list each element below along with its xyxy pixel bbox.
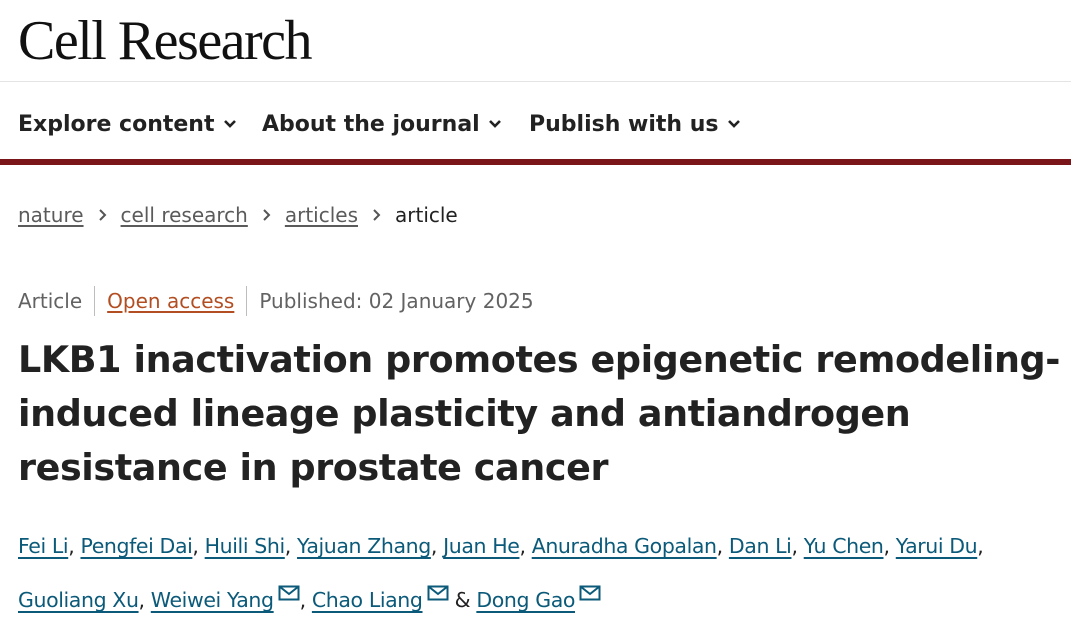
chevron-down-icon: [223, 120, 236, 128]
chevron-down-icon: [488, 120, 501, 128]
author-separator: ,: [716, 534, 724, 558]
author-separator: ,: [430, 534, 438, 558]
breadcrumb: nature cell research articles article: [18, 203, 458, 227]
chevron-right-icon: [373, 209, 381, 221]
published-date: Published: 02 January 2025: [259, 289, 534, 313]
meta-divider: [94, 286, 96, 316]
author-separator: ,: [68, 534, 75, 558]
mail-icon[interactable]: [579, 570, 601, 601]
nav-explore-content[interactable]: Explore content: [18, 109, 237, 139]
author-separator: ,: [977, 534, 984, 558]
author-separator: ,: [284, 534, 292, 558]
author-link[interactable]: Juan He: [443, 534, 520, 558]
author-list: Fei Li, Pengfei Dai, Huili Shi, Yajuan Z…: [18, 522, 1068, 624]
author-link[interactable]: Chao Liang: [312, 588, 423, 612]
author-separator: ,: [791, 534, 798, 558]
author-separator: ,: [192, 534, 199, 558]
mail-icon[interactable]: [278, 570, 300, 601]
author-link[interactable]: Fei Li: [18, 534, 69, 558]
chevron-right-icon: [263, 209, 271, 221]
meta-divider: [246, 286, 248, 316]
open-access-link[interactable]: Open access: [107, 289, 234, 313]
author-link[interactable]: Guoliang Xu: [18, 588, 139, 612]
author-separator: ,: [299, 588, 307, 612]
author-link[interactable]: Pengfei Dai: [80, 534, 192, 558]
article-type: Article: [18, 289, 83, 313]
chevron-right-icon: [98, 209, 106, 221]
site-header: Cell Research: [0, 0, 1071, 82]
author-link[interactable]: Yajuan Zhang: [297, 534, 431, 558]
author-separator: ,: [138, 588, 146, 612]
author-separator: ,: [519, 534, 526, 558]
breadcrumb-articles[interactable]: articles: [285, 203, 358, 227]
nav-publish-with-us[interactable]: Publish with us: [529, 109, 741, 139]
author-link[interactable]: Dan Li: [729, 534, 792, 558]
article-title: LKB1 inactivation promotes epigenetic re…: [18, 338, 1061, 489]
breadcrumb-current: article: [395, 203, 458, 227]
author-link[interactable]: Yu Chen: [804, 534, 884, 558]
chevron-down-icon: [727, 120, 740, 128]
author-link[interactable]: Anuradha Gopalan: [532, 534, 717, 558]
author-link[interactable]: Yarui Du: [896, 534, 978, 558]
article-meta: Article Open access Published: 02 Januar…: [18, 286, 534, 316]
journal-logo[interactable]: Cell Research: [18, 10, 313, 72]
breadcrumb-cell-research[interactable]: cell research: [121, 203, 248, 227]
author-link[interactable]: Dong Gao: [476, 588, 575, 612]
author-separator: ,: [883, 534, 891, 558]
author-link[interactable]: Huili Shi: [205, 534, 286, 558]
nav-item-label: Explore content: [18, 111, 215, 137]
main-nav: Explore content About the journal Publis…: [0, 82, 1071, 165]
breadcrumb-nature[interactable]: nature: [18, 203, 84, 227]
nav-item-label: About the journal: [262, 111, 480, 137]
mail-icon[interactable]: [427, 570, 449, 601]
author-conjunction: &: [454, 588, 471, 612]
nav-item-label: Publish with us: [529, 111, 719, 137]
author-link[interactable]: Weiwei Yang: [151, 588, 274, 612]
nav-about-journal[interactable]: About the journal: [262, 109, 502, 139]
